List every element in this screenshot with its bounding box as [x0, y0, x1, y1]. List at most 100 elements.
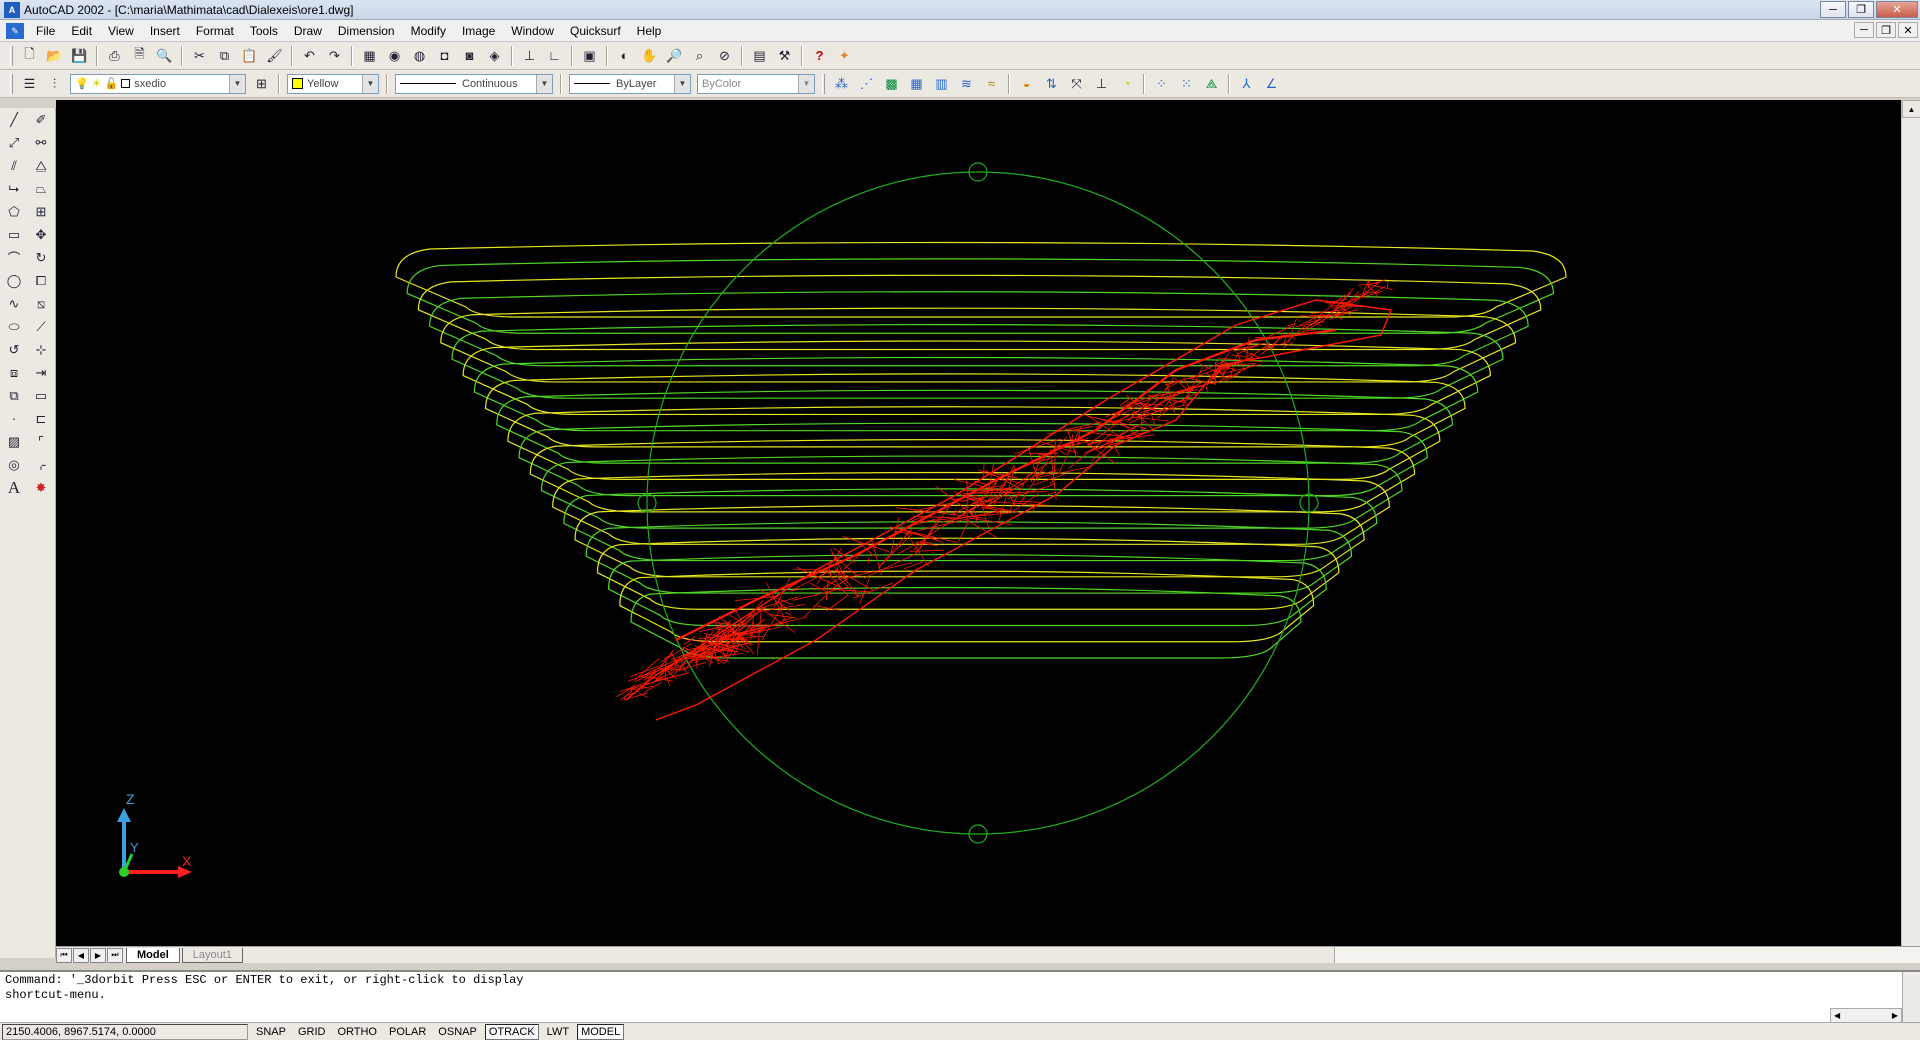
ellipse-icon[interactable]: ⬭	[2, 315, 26, 338]
fillet-icon[interactable]: ⌌	[29, 453, 53, 476]
menu-file[interactable]: File	[28, 20, 63, 42]
scroll-up-icon[interactable]: ▲	[1902, 100, 1920, 118]
design-center-icon[interactable]: ▦	[358, 45, 381, 67]
close-button[interactable]: ✕	[1876, 1, 1918, 18]
help-icon[interactable]: ?	[808, 45, 831, 67]
points-set-icon[interactable]: ⁘	[1150, 73, 1173, 95]
line-icon[interactable]: ╱	[2, 108, 26, 131]
stretch-icon[interactable]: ⧅	[29, 292, 53, 315]
doc-restore-button[interactable]: ❐	[1876, 22, 1896, 38]
last-tab-icon[interactable]: ⏭	[107, 947, 123, 963]
doc-minimize-button[interactable]: ─	[1854, 22, 1874, 38]
rotate-icon[interactable]: ↻	[29, 246, 53, 269]
mirror-icon[interactable]: ⧋	[29, 154, 53, 177]
profile-icon[interactable]: ⤧	[1065, 73, 1088, 95]
grid-panel-icon[interactable]: ▥	[930, 73, 953, 95]
osnap-toggle[interactable]: OSNAP	[434, 1024, 481, 1040]
slice-icon[interactable]: ◔	[1115, 73, 1138, 95]
polar-toggle[interactable]: POLAR	[385, 1024, 430, 1040]
first-tab-icon[interactable]: ⏮	[56, 947, 72, 963]
insert-block-icon[interactable]: ⧈	[2, 361, 26, 384]
match-properties-icon[interactable]: 🖌	[263, 45, 286, 67]
multiline-text-icon[interactable]: A	[2, 476, 26, 499]
dbconnect-icon[interactable]: ◈	[483, 45, 506, 67]
polyline-icon[interactable]: ⮡	[2, 177, 26, 200]
offset-icon[interactable]: ⏢	[29, 177, 53, 200]
color-dropdown[interactable]: Yellow ▼	[287, 73, 379, 94]
ucs-dropdown-icon[interactable]: ∟	[543, 45, 566, 67]
chamfer-icon[interactable]: ⌜	[29, 430, 53, 453]
lwt-toggle[interactable]: LWT	[543, 1024, 573, 1040]
hyperlink-icon[interactable]: ◉	[383, 45, 406, 67]
3d-orbit-icon[interactable]: ◐	[613, 45, 636, 67]
command-vscroll[interactable]	[1902, 972, 1920, 1022]
surface-grid-icon[interactable]: ⋰	[855, 73, 878, 95]
drape-icon[interactable]: ◒	[1015, 73, 1038, 95]
menu-window[interactable]: Window	[503, 20, 562, 42]
doc-close-button[interactable]: ✕	[1898, 22, 1918, 38]
region-icon[interactable]: ◎	[2, 453, 26, 476]
properties-icon[interactable]: ◘	[433, 45, 456, 67]
menu-draw[interactable]: Draw	[286, 20, 330, 42]
coordinate-axes-icon[interactable]: ⅄	[1235, 73, 1258, 95]
command-window[interactable]: Command: '_3dorbit Press ESC or ENTER to…	[0, 970, 1920, 1023]
scroll-left-icon[interactable]: ◀	[1834, 1011, 1840, 1020]
calculator-icon[interactable]: ▤	[748, 45, 771, 67]
minimize-button[interactable]: ─	[1820, 1, 1846, 18]
menu-image[interactable]: Image	[454, 20, 503, 42]
menu-edit[interactable]: Edit	[63, 20, 100, 42]
scroll-right-icon[interactable]: ▶	[1892, 1011, 1898, 1020]
layer-manager-icon[interactable]: ☰	[18, 73, 41, 95]
multiline-icon[interactable]: ⫽	[2, 154, 26, 177]
hatch-icon[interactable]: ▨	[2, 430, 26, 453]
grid-toggle[interactable]: GRID	[294, 1024, 330, 1040]
section-icon[interactable]: ⇅	[1040, 73, 1063, 95]
tool-palette-icon[interactable]: ◙	[458, 45, 481, 67]
copy-icon[interactable]: ⧉	[213, 45, 236, 67]
move-icon[interactable]: ✥	[29, 223, 53, 246]
trim-icon[interactable]: ⊹	[29, 338, 53, 361]
autocad-app-icon[interactable]: A	[4, 1, 20, 18]
vertical-scrollbar[interactable]: ▲	[1901, 100, 1920, 946]
polygon-icon[interactable]: ⬠	[2, 200, 26, 223]
menu-format[interactable]: Format	[188, 20, 242, 42]
menu-modify[interactable]: Modify	[403, 20, 454, 42]
layer-previous-icon[interactable]: ⫶	[43, 73, 66, 95]
restore-button[interactable]: ❐	[1848, 1, 1874, 18]
ellipse-arc-icon[interactable]: ↺	[2, 338, 26, 361]
named-views-icon[interactable]: ▣	[578, 45, 601, 67]
redo-icon[interactable]: ↷	[323, 45, 346, 67]
circle-icon[interactable]: ◯	[2, 269, 26, 292]
linetype-dropdown[interactable]: Continuous ▼	[395, 73, 553, 94]
new-icon[interactable]: 🗋	[18, 45, 41, 67]
scale-icon[interactable]: ⧠	[29, 269, 53, 292]
next-tab-icon[interactable]: ▶	[90, 947, 106, 963]
print-icon[interactable]: ⎙	[103, 45, 126, 67]
spline-icon[interactable]: ∿	[2, 292, 26, 315]
lengthen-icon[interactable]: ⟋	[29, 315, 53, 338]
surface-mesh-icon[interactable]: ▩	[880, 73, 903, 95]
paste-icon[interactable]: 📋	[238, 45, 261, 67]
rectangle-icon[interactable]: ▭	[2, 223, 26, 246]
command-hscroll[interactable]: ◀ ▶	[1830, 1008, 1902, 1023]
extend-icon[interactable]: ⇥	[29, 361, 53, 384]
plotstyle-dropdown[interactable]: ByColor ▼	[697, 73, 815, 94]
array-icon[interactable]: ⊞	[29, 200, 53, 223]
contour-fill-icon[interactable]: ≈	[980, 73, 1003, 95]
menu-view[interactable]: View	[100, 20, 142, 42]
arc-icon[interactable]: ⌒	[2, 246, 26, 269]
horizontal-scrollbar[interactable]	[1334, 947, 1920, 963]
model-toggle[interactable]: MODEL	[577, 1023, 625, 1040]
grid-view-icon[interactable]: ▦	[905, 73, 928, 95]
open-icon[interactable]: 📂	[43, 45, 66, 67]
toolbar-grip[interactable]	[10, 45, 13, 66]
triangulate-icon[interactable]: ⟁	[1200, 73, 1223, 95]
explode-icon[interactable]: ✸	[29, 476, 53, 499]
axis-icon[interactable]: ⊥	[1090, 73, 1113, 95]
menu-quicksurf[interactable]: Quicksurf	[562, 20, 629, 42]
toolbar-grip[interactable]	[10, 73, 13, 94]
today-icon[interactable]: ◍	[408, 45, 431, 67]
snap-toggle[interactable]: SNAP	[252, 1024, 290, 1040]
contour-lines-icon[interactable]: ≋	[955, 73, 978, 95]
toolbar-grip[interactable]	[822, 73, 825, 94]
